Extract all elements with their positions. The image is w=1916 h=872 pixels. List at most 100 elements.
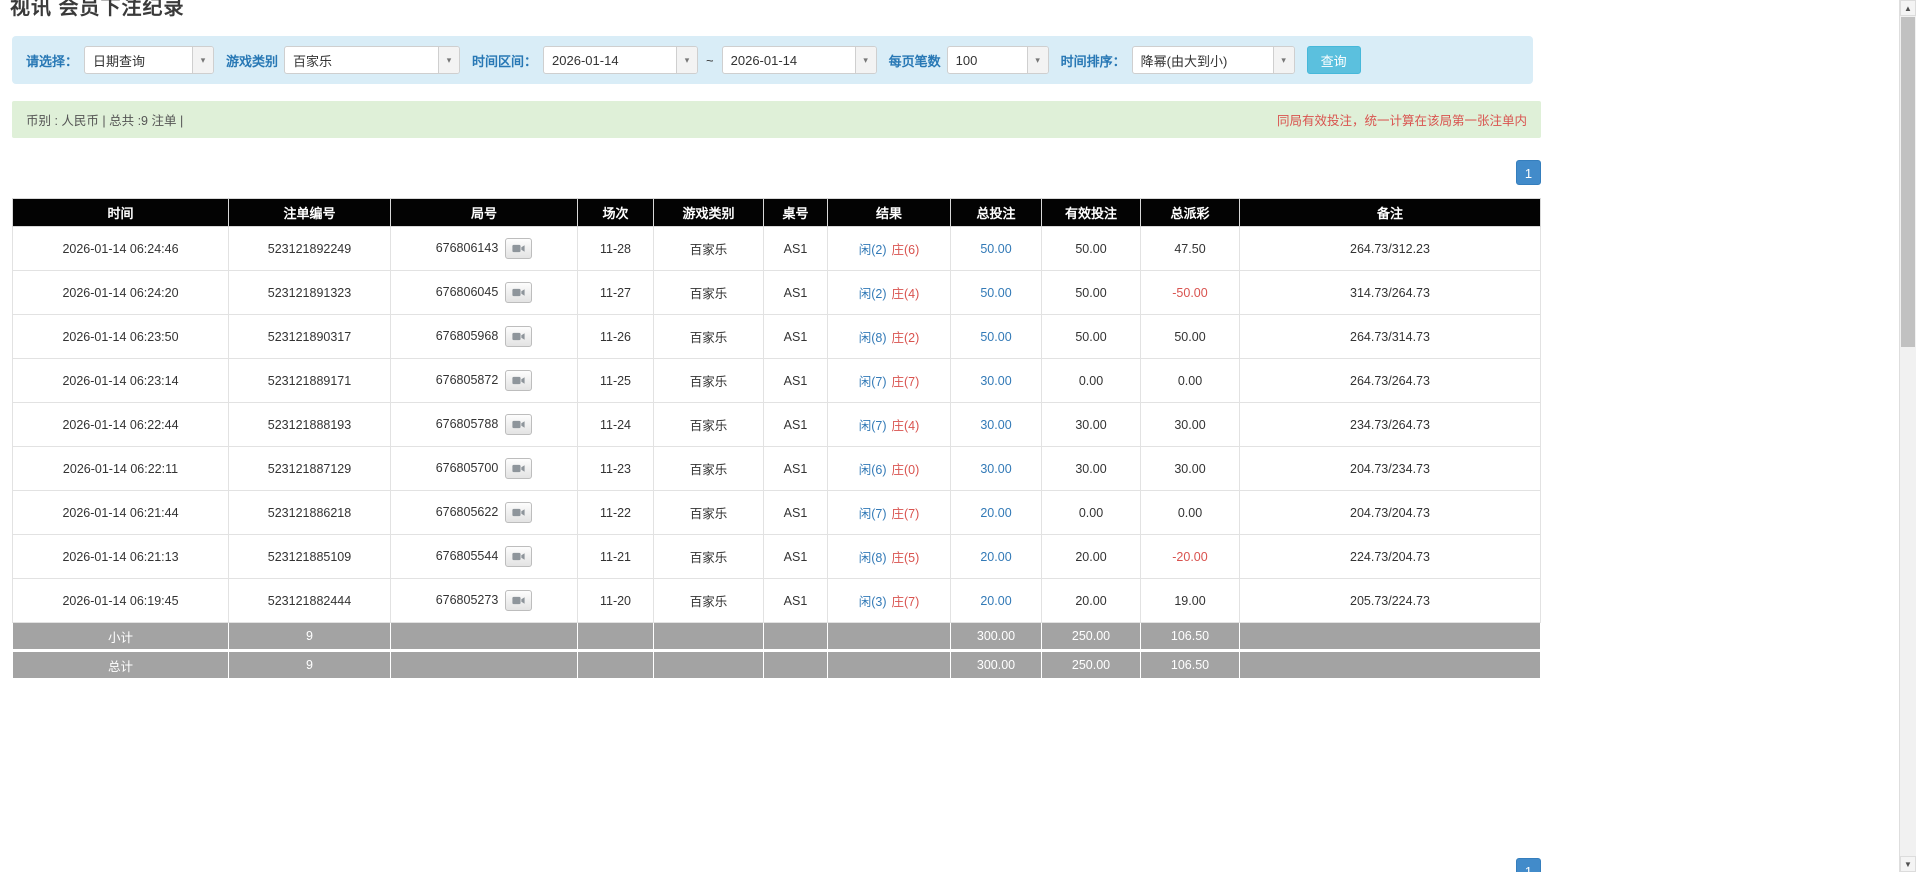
chevron-down-icon[interactable]: ▾ <box>192 47 214 73</box>
foot-cell: 9 <box>228 622 391 651</box>
cell-game-type: 百家乐 <box>653 402 764 447</box>
column-header: 桌号 <box>763 198 828 227</box>
page-size-select[interactable]: 100 ▾ <box>946 46 1049 74</box>
foot-cell: 250.00 <box>1041 622 1141 651</box>
video-replay-button[interactable] <box>505 326 533 347</box>
cell-total-bet: 30.00 <box>950 402 1042 447</box>
video-replay-button[interactable] <box>505 370 533 391</box>
chevron-down-icon[interactable]: ▾ <box>1272 47 1294 73</box>
table-body: 2026-01-14 06:24:46 523121892249 676806143… <box>12 226 1541 623</box>
cell-game-type: 百家乐 <box>653 490 764 535</box>
foot-cell: 106.50 <box>1140 622 1240 651</box>
scroll-down-icon[interactable]: ▼ <box>1900 856 1916 872</box>
date-from-input[interactable]: 2026-01-14 ▾ <box>543 46 699 74</box>
chevron-down-icon[interactable]: ▾ <box>438 47 460 73</box>
cell-session: 11-21 <box>577 534 654 579</box>
cell-payout: -50.00 <box>1140 270 1240 315</box>
cell-session: 11-23 <box>577 446 654 491</box>
cell-valid-bet: 20.00 <box>1041 578 1141 623</box>
video-camera-icon <box>512 552 525 561</box>
select-label: 请选择： <box>26 53 79 69</box>
cell-valid-bet: 50.00 <box>1041 226 1141 271</box>
result-banker: 庄(2) <box>891 331 920 345</box>
page-button-1[interactable]: 1 <box>1516 160 1541 185</box>
date-to-input[interactable]: 2026-01-14 ▾ <box>721 46 877 74</box>
video-camera-icon <box>512 288 525 297</box>
query-type-select[interactable]: 日期查询 ▾ <box>84 46 215 74</box>
cell-payout: 0.00 <box>1140 490 1240 535</box>
chevron-down-icon[interactable]: ▾ <box>854 47 876 73</box>
scroll-up-icon[interactable]: ▲ <box>1900 0 1916 16</box>
cell-valid-bet: 30.00 <box>1041 402 1141 447</box>
table-header-row: 时间 注单编号 局号 场次 游戏类别 桌号 结果 总投注 有效投注 总派彩 备注 <box>12 198 1541 227</box>
result-banker: 庄(4) <box>891 419 920 433</box>
video-replay-button[interactable] <box>505 546 533 567</box>
total-bet-link[interactable]: 20.00 <box>980 594 1011 608</box>
total-bet-link[interactable]: 50.00 <box>980 242 1011 256</box>
video-replay-button[interactable] <box>505 590 533 611</box>
cell-remark: 204.73/234.73 <box>1239 446 1541 491</box>
query-button[interactable]: 查询 <box>1306 46 1361 74</box>
cell-session: 11-26 <box>577 314 654 359</box>
scrollbar-thumb[interactable] <box>1901 17 1915 347</box>
cell-bet-id: 523121890317 <box>228 314 391 359</box>
video-replay-button[interactable] <box>505 458 533 479</box>
game-type-select[interactable]: 百家乐 ▾ <box>284 46 461 74</box>
cell-table-no: AS1 <box>763 446 828 491</box>
video-replay-button[interactable] <box>505 238 533 259</box>
page-button-1[interactable]: 1 <box>1516 858 1541 872</box>
sort-select[interactable]: 降幂(由大到小) ▾ <box>1131 46 1295 74</box>
table-row: 2026-01-14 06:24:46 523121892249 676806143… <box>12 226 1541 271</box>
cell-remark: 264.73/264.73 <box>1239 358 1541 403</box>
cell-game-type: 百家乐 <box>653 314 764 359</box>
total-bet-link[interactable]: 30.00 <box>980 462 1011 476</box>
cell-time: 2026-01-14 06:22:44 <box>12 402 229 447</box>
sort-label: 时间排序： <box>1060 53 1126 69</box>
game-type-value: 百家乐 <box>293 53 333 69</box>
total-bet-link[interactable]: 20.00 <box>980 550 1011 564</box>
total-bet-link[interactable]: 50.00 <box>980 286 1011 300</box>
foot-cell <box>1239 622 1541 651</box>
round-number: 676806143 <box>435 240 499 255</box>
summary-notice: 同局有效投注，统一计算在该局第一张注单内 <box>1276 114 1527 128</box>
result-player: 闲(8) <box>858 331 887 345</box>
cell-session: 11-20 <box>577 578 654 623</box>
result-player: 闲(3) <box>858 595 887 609</box>
summary-bar: 币别 : 人民币 | 总共 :9 注单 | 同局有效投注，统一计算在该局第一张注… <box>12 101 1541 138</box>
video-replay-button[interactable] <box>505 282 533 303</box>
total-bet-link[interactable]: 30.00 <box>980 418 1011 432</box>
foot-cell: 9 <box>228 649 391 679</box>
foot-cell: 250.00 <box>1041 649 1141 679</box>
round-number: 676805700 <box>435 460 499 475</box>
cell-remark: 314.73/264.73 <box>1239 270 1541 315</box>
foot-cell: 总计 <box>12 649 229 679</box>
table-row: 2026-01-14 06:23:14 523121889171 676805872… <box>12 358 1541 403</box>
total-bet-link[interactable]: 20.00 <box>980 506 1011 520</box>
video-replay-button[interactable] <box>505 502 533 523</box>
chevron-down-icon[interactable]: ▾ <box>1026 47 1048 73</box>
cell-total-bet: 20.00 <box>950 490 1042 535</box>
result-player: 闲(7) <box>858 507 887 521</box>
total-bet-link[interactable]: 30.00 <box>980 374 1011 388</box>
column-header: 局号 <box>390 198 578 227</box>
chevron-down-icon[interactable]: ▾ <box>676 47 698 73</box>
cell-round: 676805788 <box>390 402 578 447</box>
column-header: 总派彩 <box>1140 198 1240 227</box>
total-bet-link[interactable]: 50.00 <box>980 330 1011 344</box>
result-banker: 庄(7) <box>891 507 920 521</box>
table-row: 2026-01-14 06:22:11 523121887129 676805700… <box>12 446 1541 491</box>
cell-table-no: AS1 <box>763 534 828 579</box>
round-number: 676805273 <box>435 592 499 607</box>
cell-total-bet: 30.00 <box>950 446 1042 491</box>
cell-game-type: 百家乐 <box>653 270 764 315</box>
foot-cell <box>390 649 578 679</box>
video-replay-button[interactable] <box>505 414 533 435</box>
cell-round: 676805622 <box>390 490 578 535</box>
foot-cell <box>1239 649 1541 679</box>
cell-payout: 19.00 <box>1140 578 1240 623</box>
vertical-scrollbar[interactable]: ▲ ▼ <box>1899 0 1916 872</box>
cell-bet-id: 523121891323 <box>228 270 391 315</box>
round-number: 676805544 <box>435 548 499 563</box>
cell-valid-bet: 50.00 <box>1041 270 1141 315</box>
result-player: 闲(8) <box>858 551 887 565</box>
